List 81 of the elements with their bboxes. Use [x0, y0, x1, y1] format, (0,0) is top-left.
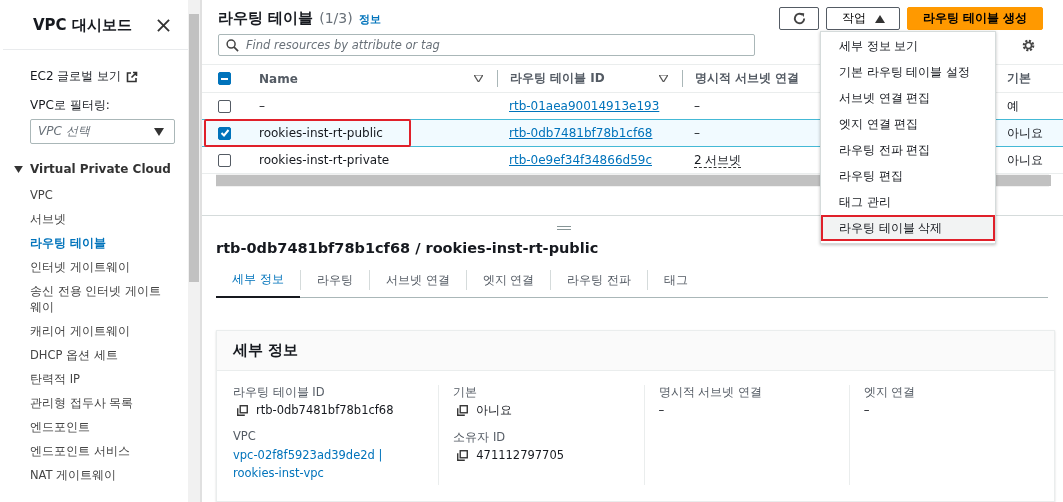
table-cell: – — [694, 126, 700, 140]
field-label: 기본 — [453, 385, 479, 400]
field-value: 아니요 — [476, 403, 513, 418]
panel-title: 라우팅 테이블 — [218, 9, 314, 28]
caret-up-icon — [874, 14, 885, 23]
sort-icon[interactable] — [474, 75, 483, 82]
refresh-icon — [791, 11, 807, 26]
column-header[interactable]: 라우팅 테이블 ID — [510, 70, 605, 87]
route-table-link[interactable]: rtb-0db7481bf78b1cf68 — [509, 126, 653, 140]
table-cell: – — [694, 99, 700, 113]
field-label: 소유자 ID — [453, 430, 507, 445]
field-value: rtb-0db7481bf78b1cf68 — [256, 403, 394, 417]
field-label: 라우팅 테이블 ID — [233, 385, 326, 400]
scrollbar-thumb[interactable] — [189, 14, 199, 282]
menu-item[interactable]: 기본 라우팅 테이블 설정 — [821, 59, 995, 85]
refresh-button[interactable] — [779, 7, 819, 30]
info-link[interactable]: 정보 — [358, 13, 381, 27]
menu-item[interactable]: 태그 관리 — [821, 189, 995, 215]
section-toggle[interactable]: Virtual Private Cloud — [14, 162, 188, 176]
caret-icon — [154, 127, 164, 136]
nav-link[interactable]: 탄력적 IP — [30, 367, 165, 391]
field-value: – — [863, 403, 871, 417]
column-header[interactable]: Name — [259, 71, 298, 86]
menu-item[interactable]: 라우팅 테이블 삭제 — [821, 215, 995, 241]
caret-icon — [14, 165, 23, 173]
table-cell: 아니요 — [1007, 125, 1043, 140]
field-label: 명시적 서브넷 연결 — [658, 385, 763, 400]
tab[interactable]: 태그 — [648, 268, 705, 297]
detail-title: rtb-0db7481bf78b1cf68 / rookies-inst-rt-public — [216, 240, 600, 256]
copy-icon[interactable] — [457, 449, 469, 461]
table-cell: 아니요 — [1007, 152, 1043, 167]
nav-link[interactable]: 엔드포인트 — [30, 415, 165, 439]
nav-link[interactable]: 서브넷 — [30, 207, 165, 231]
external-link-icon — [126, 70, 139, 83]
field-value: – — [658, 403, 666, 417]
actions-button[interactable]: 작업 — [826, 7, 900, 30]
menu-item[interactable]: 세부 정보 보기 — [821, 33, 995, 59]
nav-link[interactable]: 인터넷 게이트웨이 — [30, 255, 165, 279]
nav-link[interactable]: 라우팅 테이블 — [30, 231, 165, 255]
sidebar-title: VPC 대시보드 — [33, 16, 132, 35]
search-field[interactable]: Find resources by attribute or tag — [218, 34, 755, 56]
close-icon[interactable] — [157, 19, 170, 32]
tab[interactable]: 엣지 연결 — [466, 268, 551, 297]
select-all-checkbox[interactable] — [218, 72, 231, 85]
card-title: 세부 정보 — [233, 341, 299, 359]
tab[interactable]: 라우팅 전파 — [551, 268, 648, 297]
column-header[interactable]: 명시적 서브넷 연결 — [695, 71, 800, 85]
selection-count: (1/3) — [319, 10, 353, 26]
route-table-link[interactable]: rtb-0e9ef34f34866d59c — [509, 153, 652, 167]
nav-link[interactable]: 캐리어 게이트웨이 — [30, 319, 165, 343]
column-header[interactable]: 기본 — [1007, 71, 1031, 85]
nav-link[interactable]: 엔드포인트 서비스 — [30, 439, 165, 463]
nav-link[interactable]: 송신 전용 인터넷 게이트웨이 — [30, 279, 165, 319]
create-button[interactable]: 라우팅 테이블 생성 — [907, 7, 1043, 30]
copy-icon[interactable] — [457, 405, 469, 416]
copy-icon[interactable] — [237, 404, 248, 416]
table-cell: – — [259, 99, 265, 113]
table-cell: 예 — [1007, 98, 1019, 113]
field-label: VPC — [233, 429, 257, 443]
filter-label: VPC로 필터링: — [30, 97, 111, 114]
vpc-link[interactable]: vpc-02f8f5923ad39de2d | rookies-inst-vpc — [233, 446, 393, 482]
field-label: 엣지 연결 — [863, 385, 917, 400]
field-value: 471112797705 — [476, 448, 565, 462]
sort-icon[interactable] — [659, 75, 668, 82]
nav-link[interactable]: 관리형 접두사 목록 — [30, 391, 165, 415]
global-view-link[interactable]: EC2 글로벌 보기 — [30, 68, 122, 85]
row-checkbox[interactable] — [218, 99, 231, 113]
row-checkbox[interactable] — [218, 153, 231, 167]
row-checkbox[interactable] — [218, 126, 231, 140]
search-icon — [226, 39, 239, 52]
vpc-select[interactable]: VPC 선택 — [30, 119, 175, 144]
table-cell[interactable]: 2 서브넷 — [694, 152, 742, 168]
table-cell: rookies-inst-rt-public — [259, 126, 383, 140]
tab[interactable]: 서브넷 연결 — [369, 268, 466, 297]
settings-icon[interactable] — [1021, 37, 1036, 53]
tab[interactable]: 라우팅 — [300, 268, 369, 297]
nav-link[interactable]: NAT 게이트웨이 — [30, 463, 165, 487]
route-table-link[interactable]: rtb-01aea90014913e193 — [509, 99, 660, 113]
nav-link[interactable]: DHCP 옵션 세트 — [30, 343, 165, 367]
table-cell: rookies-inst-rt-private — [259, 153, 390, 167]
nav-link[interactable]: VPC — [30, 183, 165, 207]
